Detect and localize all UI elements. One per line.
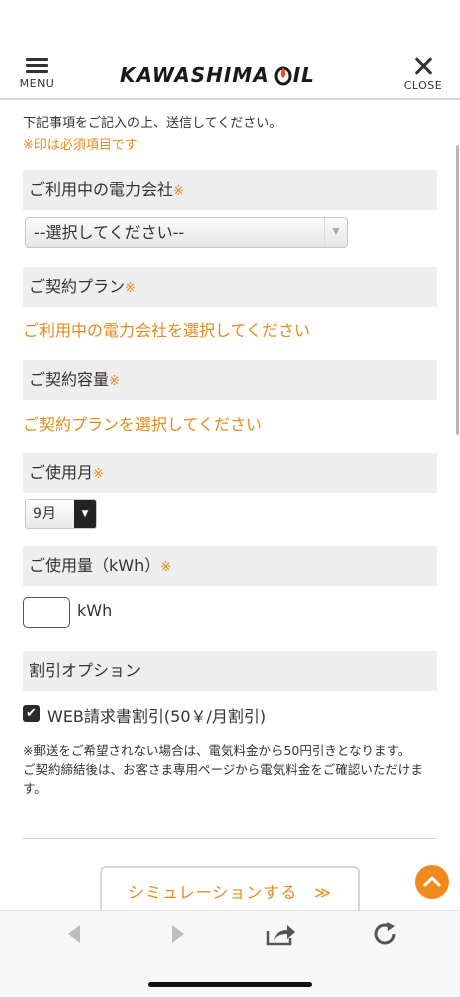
divider (23, 838, 437, 839)
select-arrow-icon: ▼ (74, 500, 96, 528)
select-value: 9月 (33, 506, 56, 522)
section-label: 割引オプション (29, 661, 142, 680)
logo-text-left: KAWASHIMA (120, 63, 270, 87)
web-invoice-discount-checkbox[interactable]: ✔ (23, 705, 40, 722)
section-label: ご契約容量 (29, 370, 110, 389)
kawashima-oil-logo[interactable]: KAWASHIMA IL (120, 63, 315, 87)
section-usage-amount: ご使用量（kWh）※ (23, 546, 437, 586)
contract-plan-message: ご利用中の電力会社を選択してください (23, 321, 311, 340)
section-contract-capacity: ご契約容量※ (23, 360, 437, 400)
required-mark: ※ (160, 560, 172, 575)
close-icon (413, 56, 433, 76)
note-item: ※郵送をご希望されない場合は、電気料金から50円引きとなります。 (23, 743, 411, 758)
page-scrollbar[interactable] (456, 145, 459, 435)
required-mark: ※ (93, 467, 104, 482)
select-value: --選択してください-- (34, 223, 185, 242)
required-note: ※印は必須項目です (23, 138, 138, 153)
usage-amount-input[interactable] (23, 597, 70, 628)
form-intro: 下記事項をご記入の上、送信してください。 ※印は必須項目です (23, 114, 437, 156)
logo-text-right: IL (292, 63, 315, 87)
notes: ※郵送をご希望されない場合は、電気料金から50円引きとなります。 ご契約締結後は… (23, 741, 437, 798)
section-label: ご使用月 (29, 463, 94, 482)
contract-capacity-message: ご契約プランを選択してください (23, 415, 263, 434)
kwh-unit-label: kWh (77, 601, 113, 620)
required-mark: ※ (125, 281, 136, 296)
section-label: ご契約プラン (29, 277, 126, 296)
note-item: ご契約締結後は、お客さま専用ページから電気料金をご確認いただけます。 (23, 762, 423, 796)
close-button[interactable]: CLOSE (400, 56, 446, 92)
forward-button[interactable] (162, 921, 192, 947)
site-header: MENU KAWASHIMA IL CLOSE (0, 0, 460, 100)
section-label: ご利用中の電力会社 (29, 180, 174, 199)
home-indicator[interactable] (148, 982, 312, 987)
menu-button[interactable]: MENU (14, 58, 60, 90)
instruction-text: 下記事項をご記入の上、送信してください。 (23, 116, 283, 131)
oil-drop-logo-icon (274, 66, 292, 86)
reload-icon (374, 922, 396, 945)
back-button[interactable] (60, 921, 90, 947)
share-icon (266, 925, 295, 946)
menu-label: MENU (19, 77, 55, 90)
section-label: ご使用量（kWh） (29, 556, 161, 575)
chevron-up-icon (423, 876, 441, 887)
scroll-top-button[interactable] (415, 865, 449, 899)
required-mark: ※ (173, 184, 184, 199)
hamburger-icon (26, 58, 48, 74)
section-power-company: ご利用中の電力会社※ (23, 170, 437, 210)
section-contract-plan: ご契約プラン※ (23, 267, 437, 307)
share-button[interactable] (265, 921, 295, 947)
select-arrow-icon: ▼ (324, 218, 347, 247)
section-usage-month: ご使用月※ (23, 453, 437, 493)
usage-month-select[interactable]: 9月 ▼ (25, 499, 97, 529)
back-arrow-icon (68, 925, 80, 943)
section-discount-option: 割引オプション (23, 651, 437, 691)
required-mark: ※ (109, 374, 120, 389)
reload-button[interactable] (371, 921, 401, 947)
forward-arrow-icon (172, 925, 184, 943)
power-company-select[interactable]: --選択してください-- ▼ (25, 217, 348, 248)
web-invoice-discount-label[interactable]: WEB請求書割引(50￥/月割引) (47, 703, 266, 727)
checkmark-icon: ✔ (26, 706, 37, 721)
close-label: CLOSE (403, 79, 443, 92)
